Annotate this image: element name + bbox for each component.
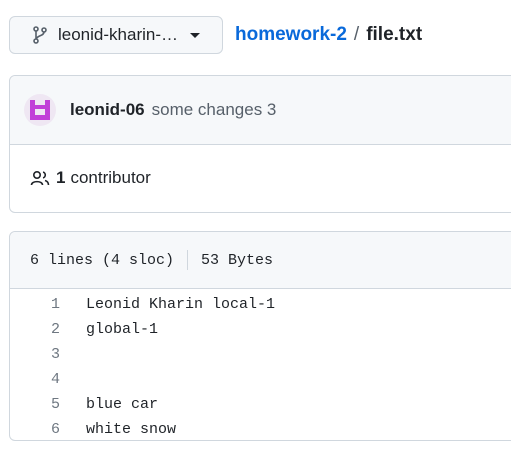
breadcrumb-separator: / <box>353 24 360 45</box>
contributor-count: 1 <box>56 168 66 187</box>
contributors-row[interactable]: 1 contributor <box>10 145 511 211</box>
identicon-icon <box>30 100 50 120</box>
commit-info-box: leonid-06 some changes 3 1 contributor <box>9 75 511 213</box>
contributor-label: contributor <box>70 168 151 187</box>
line-text: blue car <box>86 396 159 413</box>
code-line: 1 Leonid Kharin local-1 <box>10 292 511 317</box>
code-view: 1 Leonid Kharin local-1 2 global-1 3 4 5… <box>10 289 511 442</box>
branch-select-button[interactable]: leonid-kharin-… <box>9 16 223 54</box>
code-line: 3 <box>10 342 511 367</box>
file-lines-info: 6 lines (4 sloc) <box>30 251 175 269</box>
line-number[interactable]: 5 <box>10 396 60 413</box>
file-name: file.txt <box>366 24 423 45</box>
branch-name: leonid-kharin-… <box>58 25 178 44</box>
code-line: 5 blue car <box>10 392 511 417</box>
line-number[interactable]: 3 <box>10 346 60 363</box>
file-info-header: 6 lines (4 sloc) 53 Bytes <box>10 232 511 289</box>
line-text: white snow <box>86 421 177 438</box>
repo-link[interactable]: homework-2 <box>235 24 347 46</box>
line-text: Leonid Kharin local-1 <box>86 296 276 313</box>
top-bar: leonid-kharin-… homework-2 / file.txt <box>9 15 511 55</box>
avatar[interactable] <box>24 94 56 126</box>
latest-commit-header: leonid-06 some changes 3 <box>10 76 511 145</box>
chevron-down-icon <box>190 32 200 38</box>
file-content-box: 6 lines (4 sloc) 53 Bytes 1 Leonid Khari… <box>9 231 511 441</box>
git-branch-icon <box>33 26 47 44</box>
people-icon <box>30 170 50 186</box>
line-number[interactable]: 2 <box>10 321 60 338</box>
line-number[interactable]: 6 <box>10 421 60 438</box>
line-number[interactable]: 4 <box>10 371 60 388</box>
code-line: 2 global-1 <box>10 317 511 342</box>
commit-author-link[interactable]: leonid-06 <box>70 100 145 120</box>
breadcrumb: homework-2 / file.txt <box>235 24 422 46</box>
code-line: 4 <box>10 367 511 392</box>
divider <box>187 250 189 270</box>
commit-message-link[interactable]: some changes 3 <box>152 100 277 120</box>
code-line: 6 white snow <box>10 417 511 442</box>
line-text: global-1 <box>86 321 159 338</box>
line-number[interactable]: 1 <box>10 296 60 313</box>
file-size: 53 Bytes <box>201 251 274 269</box>
